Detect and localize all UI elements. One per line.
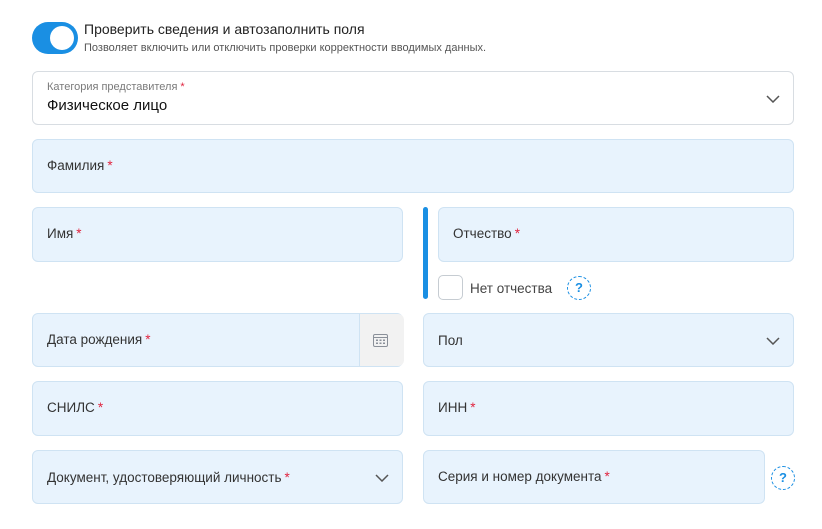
help-icon[interactable]: ? (771, 466, 795, 490)
inn-field[interactable]: ИНН * (423, 381, 794, 436)
chevron-down-icon (766, 337, 780, 345)
last-name-label: Фамилия * (47, 158, 113, 173)
required-mark: * (284, 470, 290, 485)
patronymic-label: Отчество * (453, 226, 520, 241)
birth-date-label: Дата рождения * (47, 332, 151, 347)
toggle-subtitle: Позволяет включить или отключить проверк… (84, 42, 487, 54)
toggle-knob (50, 26, 74, 50)
no-patronymic-checkbox[interactable] (438, 275, 463, 300)
snils-field[interactable]: СНИЛС * (32, 381, 403, 436)
required-mark: * (514, 226, 520, 241)
required-mark: * (97, 400, 104, 415)
help-icon[interactable]: ? (567, 276, 591, 300)
category-label: Категория представителя * (47, 81, 185, 93)
chevron-down-icon (375, 474, 389, 482)
focus-accent-bar (423, 207, 428, 299)
doc-number-field[interactable]: Серия и номер документа * (423, 450, 765, 504)
category-value: Физическое лицо (47, 97, 168, 114)
category-select[interactable]: Категория представителя * Физическое лицо (32, 71, 794, 125)
snils-label: СНИЛС * (47, 400, 104, 415)
chevron-down-icon (766, 95, 780, 103)
autofill-toggle[interactable] (32, 22, 78, 54)
first-name-field[interactable]: Имя * (32, 207, 403, 262)
gender-label: Пол (438, 333, 463, 348)
toggle-title: Проверить сведения и автозаполнить поля (84, 21, 365, 37)
calendar-icon (373, 334, 388, 347)
patronymic-field[interactable]: Отчество * (438, 207, 794, 262)
birth-date-field[interactable]: Дата рождения * (32, 313, 404, 367)
inn-label: ИНН * (438, 400, 476, 415)
required-mark: * (470, 400, 476, 415)
gender-select[interactable]: Пол (423, 313, 794, 367)
required-mark: * (145, 332, 151, 347)
required-mark: * (180, 81, 185, 93)
required-mark: * (604, 469, 610, 484)
doc-number-label: Серия и номер документа * (438, 469, 610, 484)
first-name-label: Имя * (47, 226, 82, 241)
id-document-label: Документ, удостоверяющий личность * (47, 470, 290, 485)
id-document-select[interactable]: Документ, удостоверяющий личность * (32, 450, 403, 504)
last-name-field[interactable]: Фамилия * (32, 139, 794, 193)
no-patronymic-label: Нет отчества (470, 281, 553, 296)
required-mark: * (76, 226, 82, 241)
required-mark: * (107, 158, 113, 173)
